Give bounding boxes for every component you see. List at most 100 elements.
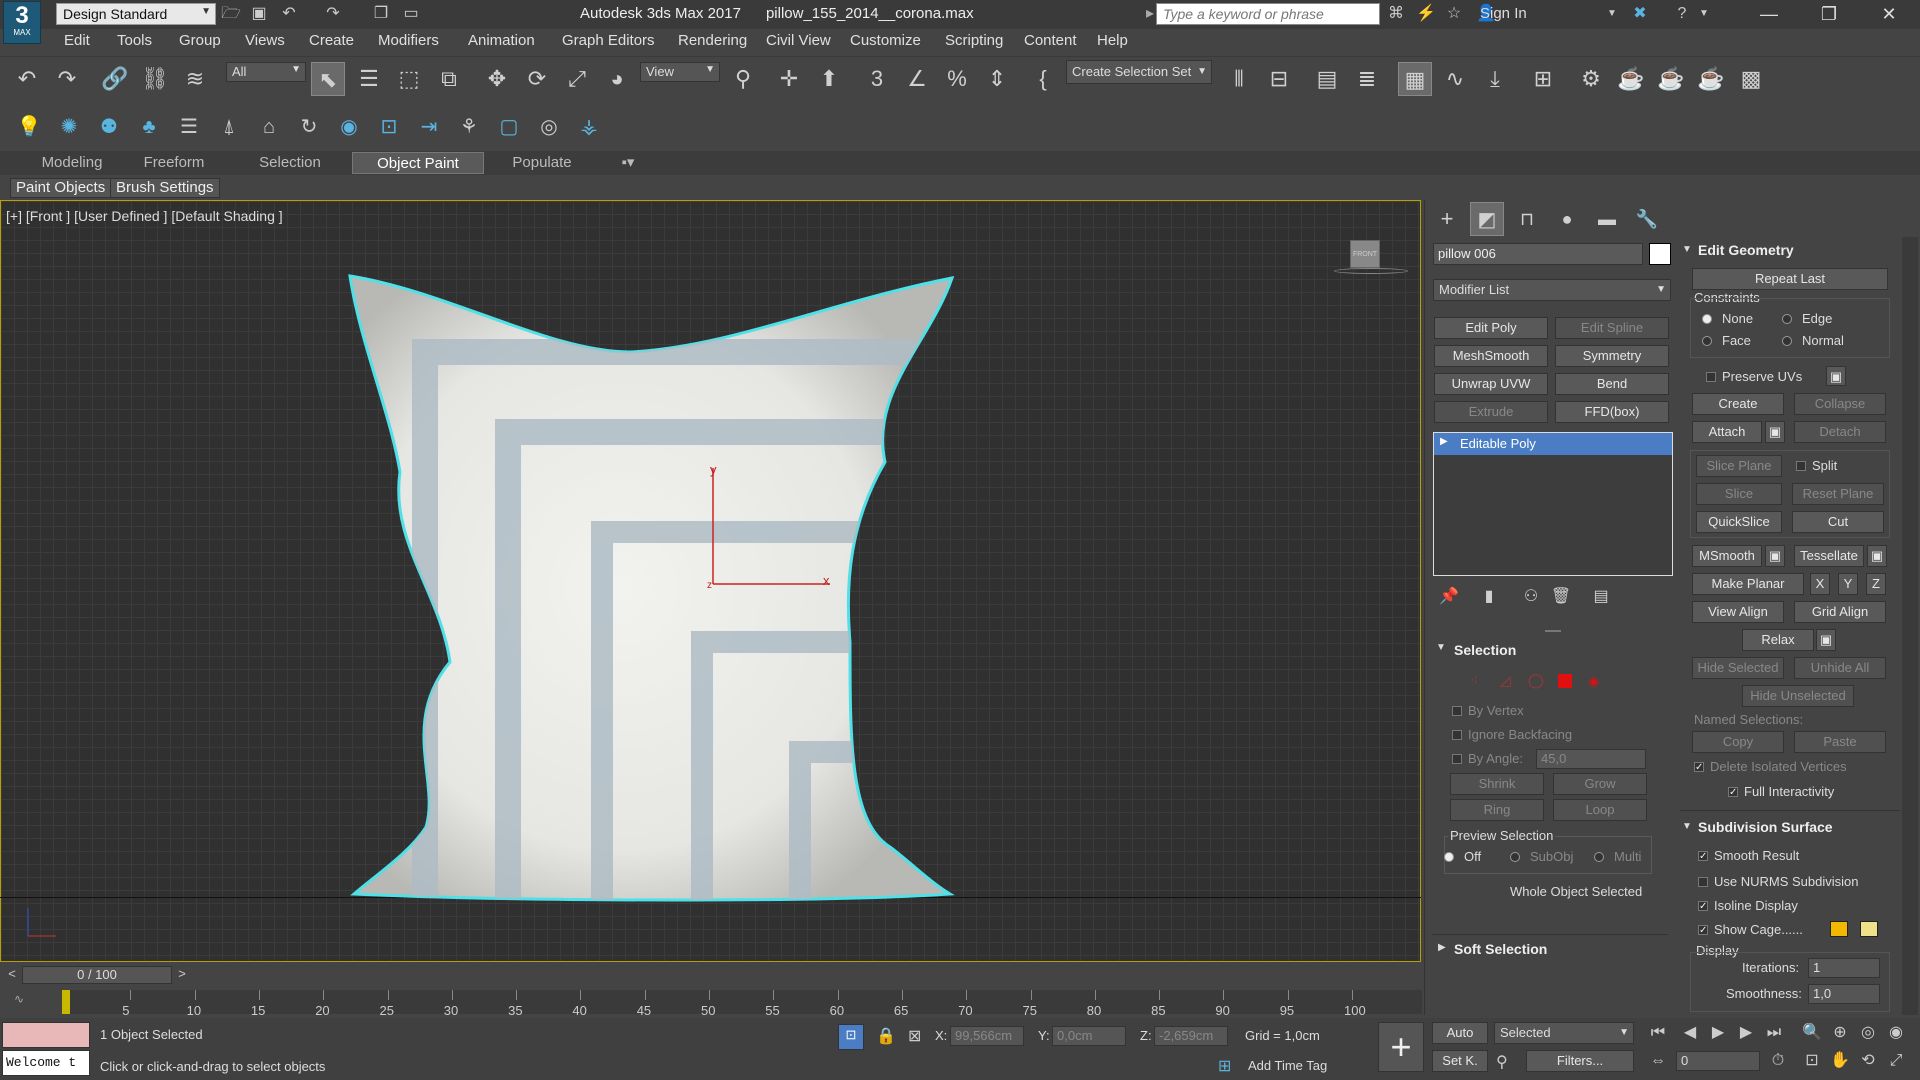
modify-tab-icon[interactable]: ◩ [1470, 202, 1504, 236]
bottle-icon[interactable]: ⌂ [254, 112, 284, 142]
close-button[interactable]: ✕ [1860, 0, 1918, 29]
by-vertex-checkbox[interactable] [1452, 706, 1462, 716]
constraint-none-radio[interactable] [1702, 314, 1712, 324]
expand-triangle-icon[interactable]: ▶ [1438, 942, 1446, 953]
set-key-button[interactable]: Set K. [1432, 1050, 1488, 1072]
chevron-down-icon[interactable]: ▼ [1600, 3, 1624, 25]
percent-snap-icon[interactable]: % [940, 62, 974, 96]
network-icon[interactable]: ⚘ [454, 112, 484, 142]
undo-icon[interactable]: ↶ [10, 62, 44, 96]
menu-group[interactable]: Group [179, 32, 221, 49]
frame-icon[interactable]: ⊡ [374, 112, 404, 142]
quickslice-button[interactable]: QuickSlice [1696, 511, 1782, 533]
stack-item-editable-poly[interactable]: Editable Poly [1434, 433, 1672, 455]
element-level-icon[interactable]: ◈ [1588, 672, 1600, 690]
cage-color-swatch-1[interactable] [1830, 921, 1848, 937]
by-angle-checkbox[interactable] [1452, 754, 1462, 764]
z-coordinate-field[interactable]: -2,659cm [1154, 1026, 1228, 1046]
tessellate-settings-icon[interactable]: ▣ [1867, 545, 1887, 567]
planar-z-button[interactable]: Z [1866, 573, 1886, 595]
go-to-start-icon[interactable]: ⏮ [1646, 1022, 1670, 1044]
render-setup-icon[interactable]: ☕ [1614, 62, 1648, 96]
show-end-result-icon[interactable]: ▮ [1472, 580, 1506, 614]
tab-selection[interactable]: Selection [240, 152, 340, 174]
planar-y-button[interactable]: Y [1838, 573, 1858, 595]
time-marker[interactable] [62, 990, 70, 1014]
configure-modifier-sets-icon[interactable]: ▤ [1584, 580, 1618, 614]
window-layout-icon[interactable]: ▭ [400, 3, 422, 25]
menu-scripting[interactable]: Scripting [945, 32, 1003, 49]
tab-object-paint[interactable]: Object Paint [352, 152, 484, 174]
expand-triangle-icon[interactable]: ▶ [1440, 436, 1448, 447]
make-unique-icon[interactable]: ⚇ [1514, 580, 1548, 614]
rotate-icon[interactable]: ⟳ [520, 62, 554, 96]
hide-unselected-button[interactable]: Hide Unselected [1742, 685, 1854, 707]
sun-icon[interactable]: ✺ [54, 112, 84, 142]
orbit-icon[interactable]: ⟲ [1856, 1050, 1880, 1072]
full-interactivity-checkbox[interactable]: ✓ [1728, 787, 1738, 798]
edge-level-icon[interactable]: ◿ [1500, 672, 1511, 689]
edit-spline-button[interactable]: Edit Spline [1555, 317, 1669, 339]
edit-geometry-title[interactable]: Edit Geometry [1698, 242, 1794, 258]
time-tag-icon[interactable]: ⊞ [1218, 1056, 1231, 1076]
preserve-uvs-settings-icon[interactable]: ▣ [1826, 366, 1846, 386]
render-in-cloud-icon[interactable]: ▩ [1734, 62, 1768, 96]
pivot-center-icon[interactable]: ⚲ [726, 62, 760, 96]
sphere-icon[interactable]: ◉ [334, 112, 364, 142]
unlink-icon[interactable]: ⛓ [138, 62, 172, 96]
key-mode-toggle-icon[interactable]: ⇔ [1646, 1050, 1670, 1072]
menu-animation[interactable]: Animation [468, 32, 535, 49]
cage-color-swatch-2[interactable] [1860, 921, 1878, 937]
tree-icon[interactable]: ♣ [134, 112, 164, 142]
preview-off-radio[interactable] [1444, 852, 1454, 862]
named-selection-set-dropdown[interactable]: Create Selection Set ▼ [1066, 60, 1212, 84]
menu-civil-view[interactable]: Civil View [766, 32, 831, 49]
workspace-dropdown[interactable]: Design Standard ▼ [56, 3, 216, 25]
collapse-triangle-icon[interactable]: ▼ [1436, 642, 1446, 653]
viewport-label[interactable]: [+] [Front ] [User Defined ] [Default Sh… [6, 208, 283, 224]
link-icon[interactable]: 🔗 [98, 62, 132, 96]
loop-button[interactable]: Loop [1553, 799, 1647, 821]
go-to-end-icon[interactable]: ⏭ [1762, 1022, 1786, 1044]
select-by-name-icon[interactable]: ☰ [352, 62, 386, 96]
vertex-level-icon[interactable]: ⁖ [1470, 672, 1478, 689]
use-nurms-checkbox[interactable] [1698, 877, 1708, 887]
y-coordinate-field[interactable]: 0,0cm [1052, 1026, 1126, 1046]
preserve-uvs-checkbox[interactable] [1706, 372, 1716, 382]
spinner-snap-icon[interactable]: ⇕ [980, 62, 1014, 96]
object-name-field[interactable]: pillow 006 [1433, 243, 1643, 265]
snap-toggle-icon[interactable]: 3 [860, 62, 894, 96]
menu-help[interactable]: Help [1097, 32, 1128, 49]
redo-icon[interactable]: ↷ [50, 62, 84, 96]
panel-scrollbar[interactable] [1902, 237, 1918, 1015]
border-level-icon[interactable]: ◯ [1528, 672, 1544, 689]
reset-plane-button[interactable]: Reset Plane [1792, 483, 1884, 505]
previous-frame-icon[interactable]: ◀ [1678, 1022, 1702, 1044]
menu-content[interactable]: Content [1024, 32, 1077, 49]
add-time-tag-button[interactable]: Add Time Tag [1248, 1058, 1327, 1073]
undo-icon[interactable]: ↶ [278, 3, 300, 25]
planar-x-button[interactable]: X [1810, 573, 1830, 595]
isolate-selection-icon[interactable]: ⊡ [838, 1024, 864, 1050]
crowd-icon[interactable]: ⚉ [94, 112, 124, 142]
soft-selection-rollout-title[interactable]: Soft Selection [1454, 941, 1547, 957]
minimize-button[interactable]: — [1740, 0, 1798, 29]
menu-rendering[interactable]: Rendering [678, 32, 747, 49]
open-folder-icon[interactable]: 🗁 [220, 3, 242, 25]
light-bulb-icon[interactable]: 💡 [14, 112, 44, 142]
ignore-backfacing-checkbox[interactable] [1452, 730, 1462, 740]
edit-poly-button[interactable]: Edit Poly [1434, 317, 1548, 339]
grow-button[interactable]: Grow [1553, 773, 1647, 795]
zoom-all-icon[interactable]: ⊕ [1828, 1022, 1852, 1044]
menu-tools[interactable]: Tools [117, 32, 152, 49]
menu-edit[interactable]: Edit [64, 32, 90, 49]
angle-snap-icon[interactable]: ∠ [900, 62, 934, 96]
constraint-normal-radio[interactable] [1782, 336, 1792, 346]
current-frame-field[interactable]: 0 [1676, 1051, 1760, 1071]
zoom-extents-all-icon[interactable]: ◉ [1884, 1022, 1908, 1044]
select-manipulate-icon[interactable]: ✛ [772, 62, 806, 96]
window-crossing-icon[interactable]: ⧉ [432, 62, 466, 96]
move-icon[interactable]: ✥ [480, 62, 514, 96]
layers-icon[interactable]: ≣ [1350, 62, 1384, 96]
redo-icon[interactable]: ↷ [322, 3, 344, 25]
